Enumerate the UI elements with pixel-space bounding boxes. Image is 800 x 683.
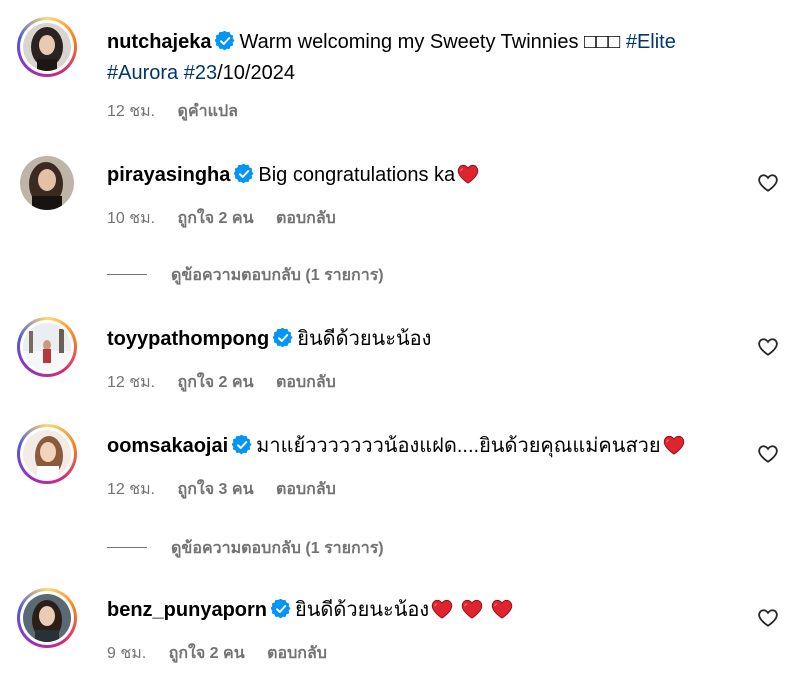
reply-button[interactable]: ตอบกลับ: [267, 645, 327, 662]
heart-outline-icon[interactable]: [757, 173, 779, 193]
comment-text: ยินดีด้วยนะน้อง: [297, 328, 432, 350]
hashtag-aurora[interactable]: #Aurora: [107, 62, 178, 84]
caption-date: /10/2024: [217, 62, 295, 84]
comment-line: toyypathompong ยินดีด้วยนะน้อง: [107, 325, 431, 353]
avatar-image: [23, 23, 71, 71]
verified-badge-icon: [234, 164, 254, 184]
verified-badge-icon: [271, 599, 291, 619]
likes-count[interactable]: ถูกใจ 2 คน: [178, 210, 254, 227]
avatar-image: [23, 594, 71, 642]
comment-line: pirayasingha Big congratulations ka: [107, 161, 479, 189]
avatar[interactable]: [17, 317, 77, 377]
comment-meta: 10 ชม. ถูกใจ 2 คน ตอบกลับ: [107, 206, 354, 231]
comment-text: มาแย้วววววววน้องแฝด....ยินด้วยคุณแม่คนสว…: [256, 435, 661, 457]
username-link[interactable]: pirayasingha: [107, 164, 230, 186]
comment-time[interactable]: 12 ชม.: [107, 481, 155, 498]
red-heart-emoji-icon: [457, 164, 479, 184]
reply-button[interactable]: ตอบกลับ: [276, 481, 336, 498]
username-link[interactable]: toyypathompong: [107, 328, 269, 350]
avatar-image: [23, 323, 71, 371]
comment-text: Big congratulations ka: [258, 164, 456, 186]
red-heart-emoji-icon: [491, 599, 513, 619]
heart-outline-icon[interactable]: [757, 444, 779, 464]
username-link[interactable]: benz_punyaporn: [107, 599, 267, 621]
comment-meta: 12 ชม. ถูกใจ 2 คน ตอบกลับ: [107, 370, 354, 395]
caption-line-2: #Aurora #23/10/2024: [107, 59, 295, 87]
comment-meta: 12 ชม. ถูกใจ 3 คน ตอบกลับ: [107, 477, 354, 502]
username-link[interactable]: nutchajeka: [107, 31, 211, 53]
avatar-image: [23, 430, 71, 478]
view-replies-button[interactable]: ดูข้อความตอบกลับ (1 รายการ): [107, 536, 384, 561]
username-link[interactable]: oomsakaojai: [107, 435, 228, 457]
comment-line: oomsakaojai มาแย้วววววววน้องแฝด....ยินด้ว…: [107, 432, 685, 460]
comment-time[interactable]: 12 ชม.: [107, 374, 155, 391]
reply-button[interactable]: ตอบกลับ: [276, 210, 336, 227]
caption-text: Warm welcoming my Sweety Twinnies □□□: [239, 31, 621, 53]
likes-count[interactable]: ถูกใจ 3 คน: [178, 481, 254, 498]
heart-outline-icon[interactable]: [757, 608, 779, 628]
likes-count[interactable]: ถูกใจ 2 คน: [169, 645, 245, 662]
caption-line-1: nutchajeka Warm welcoming my Sweety Twinn…: [107, 28, 676, 56]
verified-badge-icon: [232, 435, 252, 455]
verified-badge-icon: [273, 328, 293, 348]
verified-badge-icon: [215, 31, 235, 51]
comment-text: ยินดีด้วยนะน้อง: [295, 599, 430, 621]
comment-time[interactable]: 9 ชม.: [107, 645, 146, 662]
red-heart-emoji-icon: [431, 599, 453, 619]
heart-outline-icon[interactable]: [757, 337, 779, 357]
caption-meta: 12 ชม. ดูคำแปล: [107, 99, 256, 124]
red-heart-emoji-icon: [461, 599, 483, 619]
divider-line: [107, 547, 147, 548]
hashtag-elite[interactable]: #Elite: [626, 31, 676, 53]
likes-count[interactable]: ถูกใจ 2 คน: [178, 374, 254, 391]
post-time[interactable]: 12 ชม.: [107, 103, 155, 120]
avatar[interactable]: [20, 156, 74, 210]
avatar[interactable]: [17, 588, 77, 648]
view-replies-button[interactable]: ดูข้อความตอบกลับ (1 รายการ): [107, 263, 384, 288]
comment-time[interactable]: 10 ชม.: [107, 210, 155, 227]
avatar[interactable]: [17, 17, 77, 77]
red-heart-emoji-icon: [663, 435, 685, 455]
divider-line: [107, 274, 147, 275]
comment-line: benz_punyaporn ยินดีด้วยนะน้อง: [107, 596, 513, 624]
hashtag-23[interactable]: #23: [184, 62, 217, 84]
avatar[interactable]: [17, 424, 77, 484]
reply-button[interactable]: ตอบกลับ: [276, 374, 336, 391]
comment-meta: 9 ชม. ถูกใจ 2 คน ตอบกลับ: [107, 641, 345, 666]
translate-button[interactable]: ดูคำแปล: [178, 103, 238, 120]
